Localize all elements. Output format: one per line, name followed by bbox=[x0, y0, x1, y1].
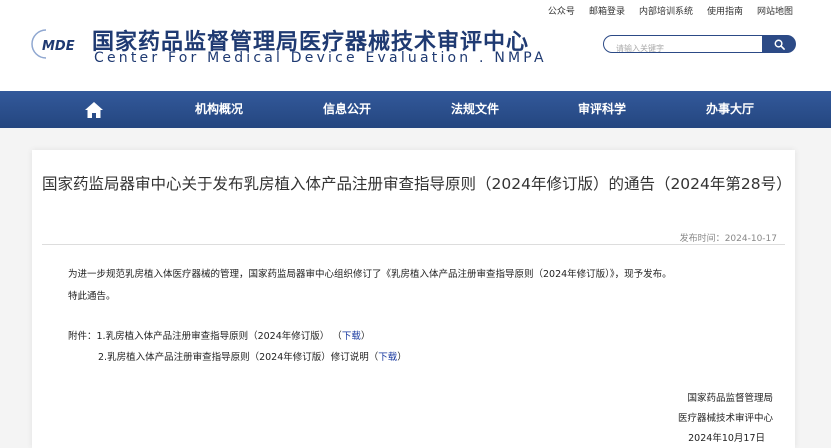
search-input[interactable] bbox=[614, 40, 758, 57]
nav-item-service-hall[interactable]: 办事大厅 bbox=[706, 91, 754, 128]
attachment-1-name: 1.乳房植入体产品注册审查指导原则（2024年修订版） bbox=[96, 331, 330, 342]
attachments-label: 附件： bbox=[68, 331, 97, 342]
publish-date-label: 发布时间： bbox=[679, 234, 725, 244]
nav-item-info-disclosure[interactable]: 信息公开 bbox=[323, 91, 371, 128]
site-title-en: Center For Medical Device Evaluation . N… bbox=[94, 50, 547, 66]
home-icon[interactable] bbox=[84, 100, 104, 120]
attachment-2-download-link[interactable]: 下载 bbox=[378, 352, 397, 363]
nav-item-about[interactable]: 机构概况 bbox=[195, 91, 243, 128]
search-icon bbox=[774, 39, 785, 50]
publish-date-value: 2024-10-17 bbox=[724, 234, 777, 244]
search-box bbox=[603, 35, 763, 57]
signature-date: 2024年10月17日 bbox=[688, 433, 765, 444]
signature-org-2: 医疗器械技术审评中心 bbox=[677, 413, 773, 424]
main-nav: 机构概况 信息公开 法规文件 审评科学 办事大厅 bbox=[0, 91, 831, 128]
title-divider bbox=[42, 244, 785, 245]
publish-date: 发布时间：2024-10-17 bbox=[680, 231, 777, 244]
article-panel: 国家药监局器审中心关于发布乳房植入体产品注册审查指导原则（2024年修订版）的通… bbox=[32, 150, 795, 448]
article-title: 国家药监局器审中心关于发布乳房植入体产品注册审查指导原则（2024年修订版）的通… bbox=[42, 175, 792, 193]
signature-org-1: 国家药品监督管理局 bbox=[687, 393, 773, 404]
article-paragraph-1: 为进一步规范乳房植入体医疗器械的管理，国家药监局器审中心组织修订了《乳房植入体产… bbox=[68, 269, 672, 280]
logo-text: MDE bbox=[42, 39, 75, 54]
nav-item-regulations[interactable]: 法规文件 bbox=[451, 91, 499, 128]
site-header: MDE 国家药品监督管理局医疗器械技术审评中心 Center For Medic… bbox=[0, 0, 831, 90]
mde-logo-icon[interactable]: MDE bbox=[28, 24, 88, 64]
attachment-1-download-link[interactable]: 下载 bbox=[342, 331, 361, 342]
attachment-2-name: 2.乳房植入体产品注册审查指导原则（2024年修订版）修订说明 bbox=[98, 352, 369, 363]
search-button[interactable] bbox=[763, 35, 796, 53]
nav-item-review-science[interactable]: 审评科学 bbox=[578, 91, 626, 128]
attachment-row-2: 2.乳房植入体产品注册审查指导原则（2024年修订版）修订说明（下载） bbox=[98, 352, 407, 363]
attachment-row-1: 附件：1.乳房植入体产品注册审查指导原则（2024年修订版） （下载） bbox=[68, 331, 371, 342]
article-paragraph-2: 特此通告。 bbox=[68, 291, 116, 302]
